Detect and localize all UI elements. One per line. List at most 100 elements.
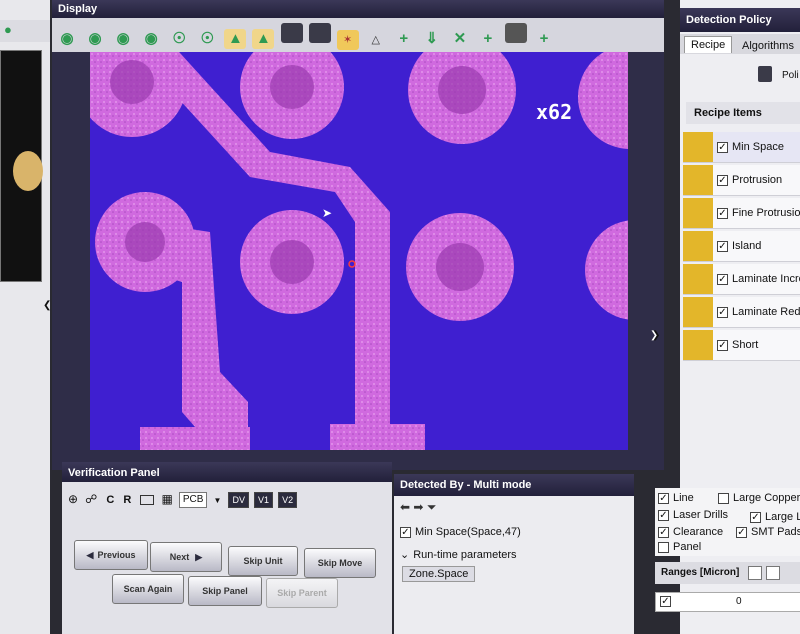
r-button[interactable]: R bbox=[123, 494, 131, 506]
zone-space-button[interactable]: Zone.Space bbox=[402, 566, 476, 582]
trees-icon[interactable]: ▲ bbox=[252, 29, 275, 49]
smt-pads-checkbox[interactable]: ✓ bbox=[736, 526, 747, 538]
filter-icon[interactable]: ⏷ bbox=[427, 500, 437, 514]
short-checkbox[interactable]: ✓ bbox=[717, 339, 728, 351]
fine-protrusion-checkbox[interactable]: ✓ bbox=[717, 207, 728, 219]
add-flags-icon[interactable]: ⇓ bbox=[421, 29, 443, 49]
back-arrow-icon[interactable]: ⬅ bbox=[400, 500, 410, 514]
add-layer-2-icon[interactable]: + bbox=[533, 29, 555, 49]
layer-label: Line bbox=[673, 492, 694, 504]
large-copper-checkbox[interactable] bbox=[718, 492, 729, 504]
runtime-parameters[interactable]: ⌄ Run-time parameters bbox=[400, 548, 517, 561]
panel-checkbox[interactable] bbox=[658, 541, 669, 553]
min-space-checkbox[interactable]: ✓ bbox=[717, 141, 728, 153]
recipe-item-short[interactable]: ✓ Short bbox=[683, 330, 800, 361]
layer-large-la[interactable]: ✓ Large La bbox=[750, 511, 800, 523]
v1-button[interactable]: V1 bbox=[254, 492, 274, 509]
print-icon[interactable] bbox=[280, 23, 303, 43]
range-checkbox[interactable]: ✓ bbox=[660, 595, 675, 607]
v2-button[interactable]: V2 bbox=[278, 492, 298, 509]
verification-toolbar: ⊕ ☍ C R ▦ PCB ▼ DV V1 V2 bbox=[68, 492, 390, 510]
detected-item-checkbox[interactable]: ✓ bbox=[400, 526, 411, 538]
recipe-item-label: Island bbox=[732, 240, 762, 252]
save-icon[interactable] bbox=[308, 23, 331, 43]
recipe-item-laminate-increase[interactable]: ✓ Laminate Increas bbox=[683, 264, 800, 295]
add-flag-icon[interactable]: + bbox=[393, 29, 415, 49]
skip-panel-button[interactable]: Skip Panel bbox=[188, 576, 262, 606]
lightbulb-icon[interactable]: ☉ bbox=[168, 29, 190, 49]
layer-label: Panel bbox=[673, 541, 702, 553]
left-thumbnail[interactable] bbox=[0, 50, 43, 282]
recipe-item-label: Short bbox=[732, 339, 759, 351]
protrusion-checkbox[interactable]: ✓ bbox=[717, 174, 728, 186]
eye-view-3-icon[interactable]: ◉ bbox=[112, 29, 134, 49]
skip-move-button[interactable]: Skip Move bbox=[304, 548, 376, 578]
layer-clearance[interactable]: ✓ Clearance bbox=[658, 526, 723, 538]
measure-icon[interactable]: △ bbox=[365, 30, 387, 50]
tree-icon[interactable]: ▲ bbox=[224, 29, 247, 49]
detected-item[interactable]: ✓ Min Space(Space,47) bbox=[400, 526, 521, 538]
forward-arrow-icon[interactable]: ➡ bbox=[413, 500, 423, 514]
recipe-item-min-space[interactable]: ✓ Min Space bbox=[683, 132, 800, 163]
recipe-item-protrusion[interactable]: ✓ Protrusion bbox=[683, 165, 800, 196]
rectangle-icon[interactable] bbox=[140, 495, 155, 506]
recipe-list-collapse[interactable]: ❯ bbox=[652, 330, 660, 341]
lightbulb-2-icon[interactable]: ☉ bbox=[196, 29, 218, 49]
laminate-increase-checkbox[interactable]: ✓ bbox=[717, 273, 728, 285]
pcb-dropdown-icon[interactable]: ▼ bbox=[213, 496, 221, 505]
line-checkbox[interactable]: ✓ bbox=[658, 492, 669, 504]
crosshair-icon[interactable]: ⊕ bbox=[68, 492, 78, 506]
previous-button[interactable]: ◀ Previous bbox=[74, 540, 148, 570]
layer-icon[interactable] bbox=[505, 23, 527, 43]
ranges-copy-icon[interactable] bbox=[748, 566, 762, 580]
layer-smt-pads[interactable]: ✓ SMT Pads bbox=[736, 526, 800, 538]
tab-recipe[interactable]: Recipe bbox=[684, 36, 733, 53]
detected-by-title: Detected By - Multi mode bbox=[394, 474, 634, 496]
layer-large-copper[interactable]: Large Copper bbox=[718, 492, 800, 504]
layer-label: Large La bbox=[765, 511, 800, 523]
c-button[interactable]: C bbox=[106, 494, 114, 506]
recipe-item-island[interactable]: ✓ Island bbox=[683, 231, 800, 262]
tab-algorithms[interactable]: Algorithms bbox=[738, 38, 798, 54]
add-layer-icon[interactable]: + bbox=[477, 29, 499, 49]
expand-icon[interactable]: ⌄ bbox=[400, 549, 409, 561]
recipe-item-label: Protrusion bbox=[732, 174, 783, 186]
clearance-checkbox[interactable]: ✓ bbox=[658, 526, 669, 538]
min-space-thumb-icon bbox=[683, 132, 713, 162]
range-row[interactable] bbox=[655, 592, 800, 612]
layer-line[interactable]: ✓ Line bbox=[658, 492, 694, 504]
dv-button[interactable]: DV bbox=[228, 492, 249, 509]
scan-again-button[interactable]: Scan Again bbox=[112, 574, 184, 604]
range-value[interactable]: 0 bbox=[736, 596, 742, 607]
policy-calculator-icon[interactable] bbox=[758, 66, 772, 82]
short-thumb-icon bbox=[683, 330, 713, 360]
pcb-select[interactable]: PCB bbox=[178, 492, 208, 509]
next-button[interactable]: Next ▶ bbox=[150, 542, 222, 572]
detection-policy-title: Detection Policy bbox=[680, 8, 800, 32]
star-icon[interactable]: ✶ bbox=[336, 30, 359, 50]
left-panel-icon[interactable]: ● bbox=[4, 22, 20, 38]
island-checkbox[interactable]: ✓ bbox=[717, 240, 728, 252]
thumbnail-pad bbox=[13, 151, 43, 191]
layer-laser-drills[interactable]: ✓ Laser Drills bbox=[658, 509, 728, 521]
left-panel-collapse[interactable]: ❮ bbox=[43, 300, 51, 311]
large-la-checkbox[interactable]: ✓ bbox=[750, 511, 761, 523]
eye-view-4-icon[interactable]: ◉ bbox=[140, 29, 162, 49]
skip-unit-button[interactable]: Skip Unit bbox=[228, 546, 298, 576]
grid-icon[interactable]: ▦ bbox=[161, 492, 172, 506]
display-title: Display bbox=[52, 0, 664, 18]
ranges-paste-icon[interactable] bbox=[766, 566, 780, 580]
layer-label: Large Copper bbox=[733, 492, 800, 504]
eye-view-icon[interactable]: ◉ bbox=[56, 29, 78, 49]
recipe-item-fine-protrusion[interactable]: ✓ Fine Protrusion bbox=[683, 198, 800, 229]
camera-view[interactable]: x62 ➤ bbox=[90, 52, 628, 450]
laminate-reduction-checkbox[interactable]: ✓ bbox=[717, 306, 728, 318]
layer-panel[interactable]: Panel bbox=[658, 541, 701, 553]
remove-flag-icon[interactable]: ✕ bbox=[449, 29, 471, 49]
fine-protrusion-thumb-icon bbox=[683, 198, 713, 228]
policy-label[interactable]: Poli bbox=[782, 70, 799, 81]
laser-drills-checkbox[interactable]: ✓ bbox=[658, 509, 669, 521]
link-icon[interactable]: ☍ bbox=[85, 492, 97, 506]
recipe-item-laminate-reduction[interactable]: ✓ Laminate Reductio bbox=[683, 297, 800, 328]
eye-view-2-icon[interactable]: ◉ bbox=[84, 29, 106, 49]
